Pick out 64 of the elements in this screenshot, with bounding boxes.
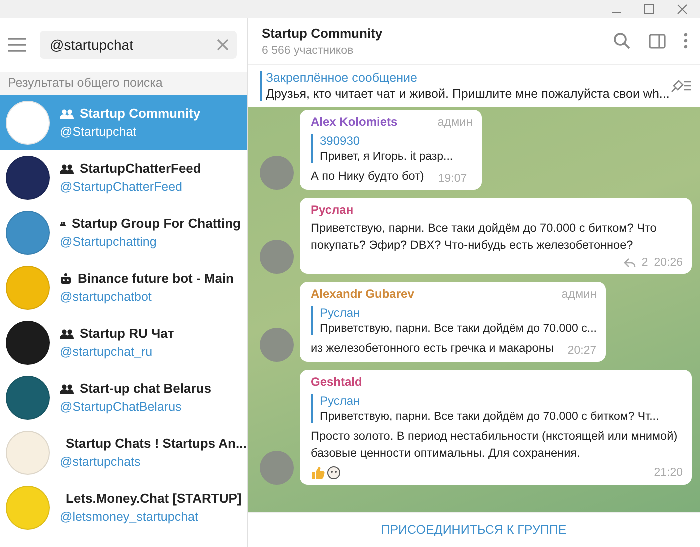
group-icon [60,328,74,338]
chat-handle: @StartupChatterFeed [60,180,184,194]
pinned-message-bar[interactable]: Закреплённое сообщение Друзья, кто читает чат и живой. Пришлите мне пожалуйста свои wh... [248,65,700,107]
search-field[interactable]: @startupchat [40,31,237,59]
group-icon [60,108,74,118]
pinned-label: Закреплённое сообщение [266,71,418,85]
reply-count: 2 [642,257,648,270]
message-time: 20:26 [654,257,683,270]
chat-handle: @Startupchat [60,125,138,139]
quote-text: Приветствую, парни. Все таки дойдём до 70.000 с... [320,323,597,336]
quote-author: 390930 [320,134,362,148]
chat-name: Startup RU Чат [80,326,174,341]
quote-author: Руслан [320,394,362,408]
chat-handle: @startupchats [60,455,142,469]
maximize-icon[interactable] [644,4,655,14]
chat-title: Startup Community [262,26,384,40]
chat-handle: @letsmoney_startupchat [60,510,200,524]
pin-list-icon[interactable] [670,79,692,93]
reply-quote[interactable]: Руслан Приветствую, парни. Все таки дойдём до 70.000 с битком? Чт... [311,394,683,424]
message-time: 20:27 [568,345,597,358]
menu-icon[interactable] [8,38,26,52]
chat-handle: @startupchatbot [60,290,153,304]
robot-icon [60,272,72,284]
chat-handle: @Startupchatting [60,235,158,249]
section-header: Результаты общего поиска [0,72,247,95]
clear-icon[interactable] [217,39,229,51]
reply-quote[interactable]: Руслан Приветствую, парни. Все таки дойдём до 70.000 с... [311,306,597,336]
thumbs-up-icon[interactable] [311,466,325,480]
chat-name: StartupChatterFeed [80,161,202,176]
chat-name: Startup Chats ! Startups An... [66,436,247,451]
message-author: Alex Kolomiets [311,115,398,129]
admin-label: админ [438,115,473,129]
message-text: Приветствую, парни. Все таки дойдём до 70.000 с битком? Что покупать? Эфир? DBX? Что-нибудь есть железобетонное? [311,220,658,254]
message-author: Geshtald [311,375,362,390]
chat-handle: @startupchat_ru [60,345,154,359]
quote-text: Приветствую, парни. Все таки дойдём до 70.000 с битком? Чт... [320,411,660,424]
quote-text: Привет, я Игорь. it разр... [320,151,454,163]
message-text: Просто золото. В период нестабильности (нкстоящей или мнимой) базовые ценности оптимальны. Для сохранения. [311,428,679,462]
sidebar-icon[interactable] [649,34,666,48]
chat-name: Startup Community [80,106,201,121]
chat-name: Lets.Money.Chat [STARTUP] [66,491,242,506]
pinned-text: Друзья, кто читает чат и живой. Пришлите мне пожалуйста свои wh... [266,87,670,101]
quote-author: Руслан [320,306,362,320]
chat-name: Startup Group For Chatting [72,216,241,231]
search-icon[interactable] [613,32,631,50]
reply-quote[interactable]: 390930 Привет, я Игорь. it разр... [311,134,473,163]
group-icon [60,164,74,174]
message-time: 21:20 [654,466,683,479]
message-text: из железобетонного есть гречка и макароны [311,340,554,358]
more-icon[interactable] [684,33,688,49]
join-group-button[interactable]: ПРИСОЕДИНИТЬСЯ К ГРУППЕ [248,512,700,547]
message-author: Alexandr Gubarev [311,287,414,302]
message-text: А по Нику будто бот) [311,168,424,185]
chat-handle: @StartupChatBelarus [60,400,183,414]
group-icon [60,384,74,394]
message-time: 19:07 [438,173,468,186]
face-icon[interactable] [327,466,341,480]
reply-icon[interactable] [624,258,636,268]
member-count: 6 566 участников [262,44,355,56]
admin-label: админ [562,287,597,302]
close-icon[interactable] [677,4,688,14]
chat-name: Start-up chat Belarus [80,381,212,396]
message-author: Руслан [311,203,354,218]
chat-name: Binance future bot - Main [78,271,234,286]
